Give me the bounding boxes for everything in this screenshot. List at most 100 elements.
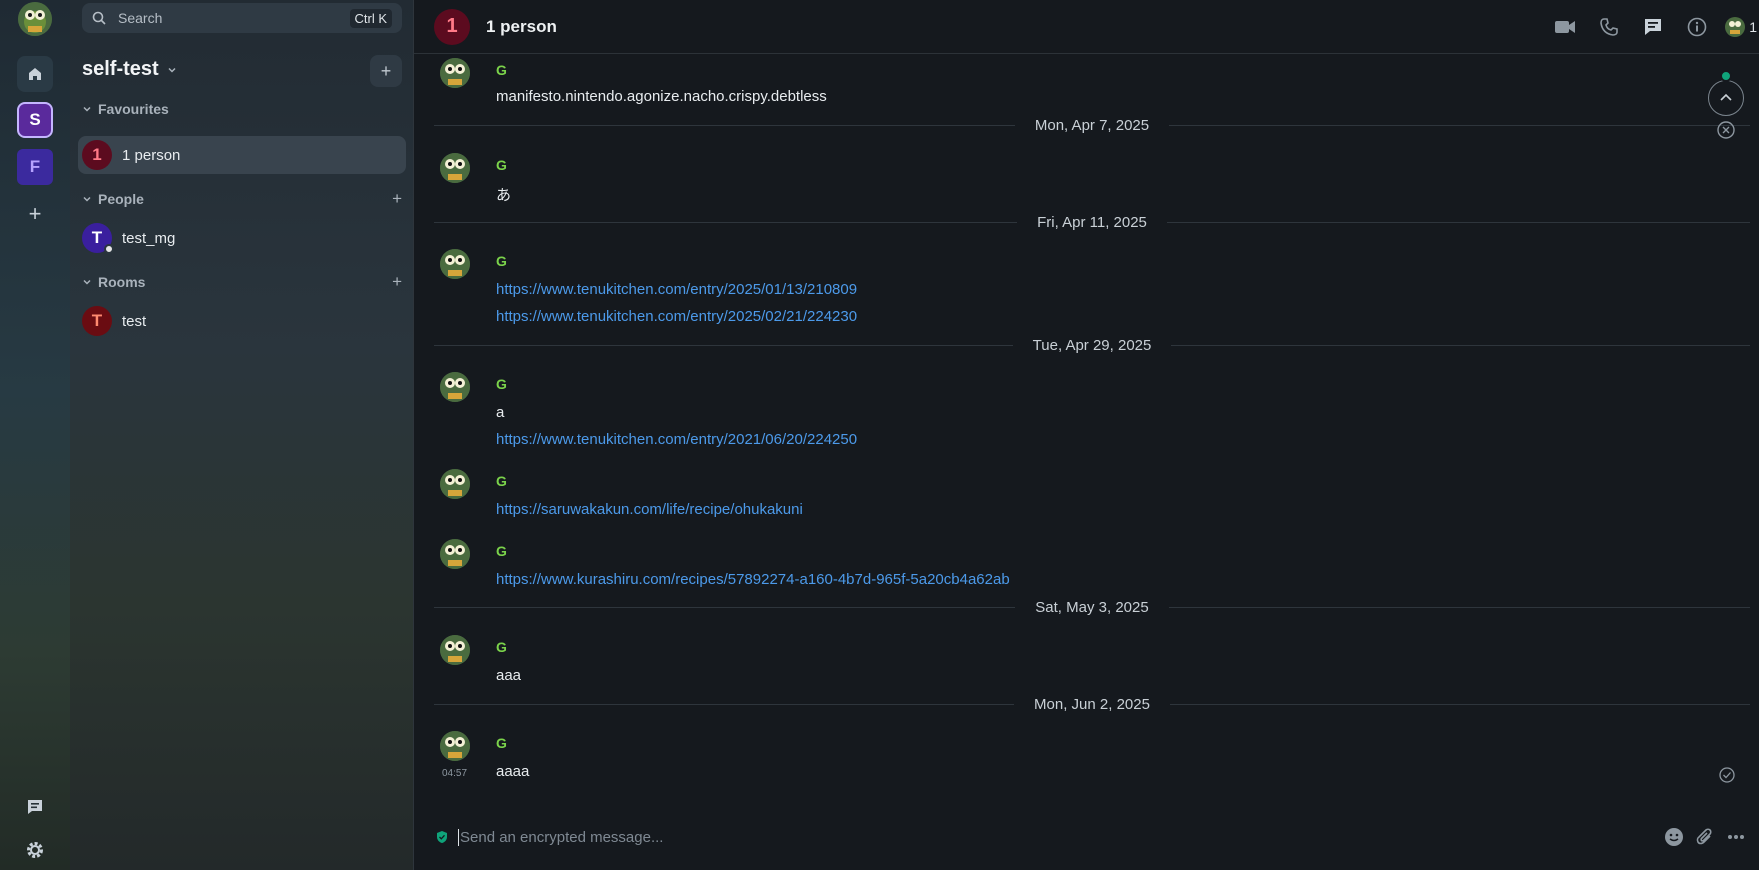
room-item-1-person[interactable]: 1 1 person bbox=[78, 136, 406, 174]
add-room-button[interactable]: + bbox=[392, 272, 402, 292]
message-text: a bbox=[496, 404, 505, 421]
member-avatar-icon bbox=[1725, 17, 1746, 37]
threads-icon bbox=[1645, 19, 1662, 35]
sender-avatar[interactable] bbox=[440, 153, 470, 183]
room-header: 1 1 person 1 bbox=[414, 0, 1759, 54]
member-list-button[interactable]: 1 bbox=[1725, 17, 1759, 37]
search-placeholder: Search bbox=[118, 10, 163, 26]
paperclip-icon bbox=[1696, 828, 1712, 845]
message-input[interactable]: Send an encrypted message... bbox=[458, 828, 663, 846]
sender-avatar[interactable] bbox=[440, 372, 470, 402]
create-space-button[interactable]: + bbox=[17, 196, 53, 232]
date-separator: Mon, Apr 7, 2025 bbox=[434, 114, 1750, 136]
frog-avatar-icon bbox=[440, 635, 470, 665]
dismiss-unread-button[interactable] bbox=[1717, 121, 1735, 143]
sender-avatar[interactable] bbox=[440, 635, 470, 665]
more-icon bbox=[1727, 835, 1744, 839]
sender-avatar[interactable] bbox=[440, 731, 470, 761]
user-avatar[interactable] bbox=[18, 2, 52, 36]
settings-button[interactable] bbox=[17, 832, 53, 868]
sender-name[interactable]: G bbox=[496, 253, 507, 269]
space-name-menu[interactable]: self-test bbox=[82, 58, 177, 81]
sender-avatar[interactable] bbox=[440, 249, 470, 279]
close-circle-icon bbox=[1717, 121, 1735, 139]
space-rail: S F + bbox=[0, 0, 70, 870]
space-initial: S bbox=[29, 110, 41, 129]
space-add-button[interactable]: + bbox=[370, 55, 402, 87]
chevron-up-icon bbox=[1720, 93, 1732, 101]
section-people[interactable]: People + bbox=[82, 189, 402, 209]
room-name: 1 person bbox=[122, 146, 181, 164]
chevron-down-icon bbox=[83, 106, 91, 112]
date-label: Sat, May 3, 2025 bbox=[1035, 598, 1149, 616]
search-icon bbox=[92, 11, 106, 25]
space-self-test[interactable]: S bbox=[17, 102, 53, 138]
frog-avatar-icon bbox=[440, 731, 470, 761]
space-f[interactable]: F bbox=[17, 149, 53, 185]
sender-name[interactable]: G bbox=[496, 62, 507, 78]
emoji-button[interactable] bbox=[1658, 827, 1689, 847]
unread-dot-icon bbox=[1720, 70, 1732, 82]
read-receipt[interactable] bbox=[1719, 767, 1735, 787]
room-name: test_mg bbox=[122, 229, 176, 247]
add-person-button[interactable]: + bbox=[392, 189, 402, 209]
sender-avatar[interactable] bbox=[440, 58, 470, 88]
sender-avatar[interactable] bbox=[440, 469, 470, 499]
chevron-down-icon bbox=[83, 196, 91, 202]
threads-icon bbox=[28, 800, 42, 814]
search-shortcut: Ctrl K bbox=[349, 8, 392, 28]
message-text: manifesto.nintendo.agonize.nacho.crispy.… bbox=[496, 88, 827, 105]
section-label: Favourites bbox=[98, 101, 169, 117]
search-button[interactable]: Search Ctrl K bbox=[82, 3, 402, 33]
video-call-icon bbox=[1555, 21, 1576, 33]
room-item-test[interactable]: T test bbox=[78, 302, 406, 340]
frog-avatar-icon bbox=[440, 539, 470, 569]
message-text: あ bbox=[496, 187, 512, 204]
sender-avatar[interactable] bbox=[440, 539, 470, 569]
voice-call-button[interactable] bbox=[1587, 18, 1631, 36]
message-link[interactable]: https://www.tenukitchen.com/entry/2025/0… bbox=[496, 308, 857, 325]
room-avatar: 1 bbox=[82, 140, 112, 170]
room-item-test-mg[interactable]: T test_mg bbox=[78, 219, 406, 257]
frog-avatar-icon bbox=[18, 2, 52, 36]
message-text: aaa bbox=[496, 667, 522, 684]
more-options-button[interactable] bbox=[1720, 834, 1751, 840]
sender-name[interactable]: G bbox=[496, 473, 507, 489]
room-avatar[interactable]: 1 bbox=[434, 8, 470, 45]
message-link[interactable]: https://www.tenukitchen.com/entry/2025/0… bbox=[496, 281, 857, 298]
sender-name[interactable]: G bbox=[496, 543, 507, 559]
message-link[interactable]: https://www.kurashiru.com/recipes/578922… bbox=[496, 571, 1010, 588]
section-favourites[interactable]: Favourites bbox=[82, 101, 402, 117]
threads-button[interactable] bbox=[17, 789, 53, 825]
avatar-initial: T bbox=[91, 311, 103, 330]
emoji-icon bbox=[1664, 828, 1683, 846]
avatar-initial: 1 bbox=[92, 145, 102, 164]
sender-name[interactable]: G bbox=[496, 639, 507, 655]
frog-avatar-icon bbox=[440, 469, 470, 499]
date-separator: Fri, Apr 11, 2025 bbox=[434, 211, 1751, 233]
home-icon bbox=[29, 68, 41, 80]
room-view: 1 1 person 1 G manifesto.nintendo.agoniz… bbox=[414, 0, 1759, 870]
video-call-button[interactable] bbox=[1543, 19, 1587, 35]
threads-button[interactable] bbox=[1631, 17, 1675, 37]
room-name: test bbox=[122, 312, 147, 330]
message-link[interactable]: https://saruwakakun.com/life/recipe/ohuk… bbox=[496, 501, 803, 518]
sender-name[interactable]: G bbox=[496, 735, 507, 751]
attachment-button[interactable] bbox=[1689, 827, 1720, 847]
message-timeline[interactable]: G manifesto.nintendo.agonize.nacho.crisp… bbox=[414, 55, 1759, 800]
room-info-button[interactable] bbox=[1675, 17, 1719, 37]
jump-to-unread-button[interactable] bbox=[1708, 80, 1744, 116]
room-title[interactable]: 1 person bbox=[486, 17, 557, 37]
frog-avatar-icon bbox=[440, 372, 470, 402]
date-label: Tue, Apr 29, 2025 bbox=[1032, 336, 1152, 354]
avatar-initial: 1 bbox=[446, 15, 458, 37]
message-timestamp: 04:57 bbox=[442, 768, 468, 779]
message-link[interactable]: https://www.tenukitchen.com/entry/2021/0… bbox=[496, 431, 857, 448]
sender-name[interactable]: G bbox=[496, 376, 507, 392]
section-rooms[interactable]: Rooms + bbox=[82, 272, 402, 292]
space-name: self-test bbox=[82, 58, 159, 80]
room-list-panel: Search Ctrl K self-test + Favourites 1 1… bbox=[70, 0, 414, 870]
sender-name[interactable]: G bbox=[496, 157, 507, 173]
home-button[interactable] bbox=[17, 56, 53, 92]
presence-indicator bbox=[104, 244, 114, 254]
